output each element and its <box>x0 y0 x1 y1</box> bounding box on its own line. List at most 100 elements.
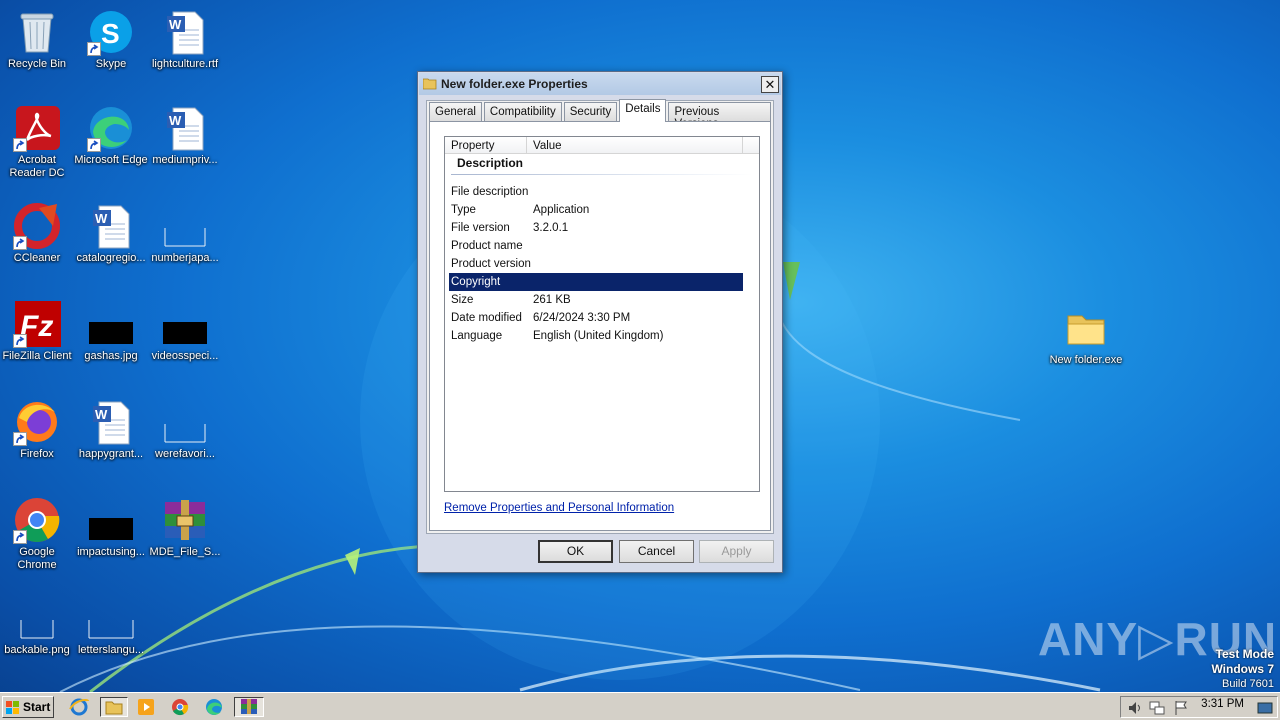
table-row[interactable]: Size 261 KB <box>449 291 743 309</box>
taskbar-ie-button[interactable] <box>68 697 90 717</box>
column-header-value[interactable]: Value <box>527 137 743 153</box>
watermark-line2: Windows 7 <box>1211 662 1274 676</box>
svg-text:W: W <box>169 17 182 32</box>
desktop-icon-catalogregio[interactable]: W catalogregio... <box>74 202 148 265</box>
word-document-icon: W <box>87 202 135 250</box>
taskbar-winrar-button[interactable] <box>234 697 264 717</box>
desktop-icon-videosspeci[interactable]: videosspeci... <box>148 300 222 363</box>
taskbar-chrome-button[interactable] <box>169 697 191 717</box>
folder-icon <box>423 78 437 90</box>
desktop-icon-firefox[interactable]: Firefox <box>0 398 74 461</box>
tab-previous-versions[interactable]: Previous Versions <box>668 102 771 130</box>
desktop-icon-backable[interactable]: backable.png <box>0 594 74 657</box>
desktop-icon-filezilla[interactable]: Fz FileZilla Client <box>0 300 74 363</box>
edge-icon <box>87 104 135 152</box>
action-center-flag-icon[interactable] <box>1173 700 1189 716</box>
svg-text:W: W <box>95 407 108 422</box>
ccleaner-icon <box>13 202 61 250</box>
svg-text:S: S <box>101 18 120 49</box>
desktop-icon-new-folder-exe[interactable]: New folder.exe <box>1049 304 1123 367</box>
remove-properties-link[interactable]: Remove Properties and Personal Informati… <box>444 502 674 514</box>
show-desktop-icon[interactable] <box>1257 700 1273 716</box>
edge-icon <box>206 699 222 715</box>
desktop-icon-mde-file[interactable]: MDE_File_S... <box>148 496 222 559</box>
tab-general[interactable]: General <box>429 102 482 122</box>
property-value <box>531 255 743 273</box>
taskbar-edge-button[interactable] <box>203 697 225 717</box>
desktop-icon-happygrant[interactable]: W happygrant... <box>74 398 148 461</box>
desktop-icon-werefavori[interactable]: werefavori... <box>148 398 222 461</box>
cancel-button[interactable]: Cancel <box>619 540 694 563</box>
volume-icon[interactable] <box>1127 700 1143 716</box>
desktop-icon-chrome[interactable]: Google Chrome <box>0 496 74 572</box>
taskbar-explorer-button[interactable] <box>100 697 128 717</box>
close-button[interactable]: ✕ <box>761 75 779 93</box>
taskbar-clock[interactable]: 3:31 PM <box>1201 698 1244 710</box>
property-name: File description <box>451 186 529 198</box>
apply-button[interactable]: Apply <box>699 540 774 563</box>
desktop-icon-edge[interactable]: Microsoft Edge <box>74 104 148 167</box>
firefox-icon <box>13 398 61 446</box>
desktop-icon-gashas[interactable]: gashas.jpg <box>74 300 148 363</box>
details-panel: Property Value Description File descript… <box>429 121 771 531</box>
taskbar-media-player-button[interactable] <box>135 697 157 717</box>
image-thumbnail-icon <box>87 300 135 348</box>
skype-icon: S <box>87 8 135 56</box>
property-value <box>531 273 743 291</box>
desktop-icon-ccleaner[interactable]: CCleaner <box>0 202 74 265</box>
property-name: Copyright <box>451 276 501 288</box>
tab-compatibility[interactable]: Compatibility <box>483 102 562 122</box>
column-header-property[interactable]: Property <box>445 137 527 153</box>
table-row[interactable]: Product name <box>449 237 743 255</box>
desktop-icon-letterslangu[interactable]: letterslangu... <box>74 594 148 657</box>
group-header-description: Description <box>457 156 524 170</box>
image-file-icon <box>161 398 209 446</box>
table-row[interactable]: Product version <box>449 255 743 273</box>
image-file-icon <box>13 594 61 642</box>
image-file-icon <box>87 594 135 642</box>
property-name: Product version <box>451 258 531 270</box>
shortcut-arrow-icon <box>87 138 101 152</box>
property-value: 261 KB <box>533 294 571 306</box>
network-icon[interactable] <box>1149 700 1165 716</box>
image-file-icon <box>161 202 209 250</box>
word-document-icon: W <box>87 398 135 446</box>
details-listview[interactable]: Property Value Description File descript… <box>444 136 760 492</box>
properties-dialog: New folder.exe Properties ✕ General Comp… <box>417 71 783 573</box>
svg-text:W: W <box>95 211 108 226</box>
folder-icon <box>105 701 123 715</box>
table-row[interactable]: Language English (United Kingdom) <box>449 327 743 345</box>
table-row[interactable]: File description <box>449 183 743 201</box>
shortcut-arrow-icon <box>13 334 27 348</box>
table-row[interactable]: File version 3.2.0.1 <box>449 219 743 237</box>
table-row[interactable]: Type Application <box>449 201 743 219</box>
image-thumbnail-icon <box>87 496 135 544</box>
tab-details[interactable]: Details <box>619 99 667 122</box>
desktop-icon-skype[interactable]: S Skype <box>74 8 148 71</box>
filezilla-icon: Fz <box>13 300 61 348</box>
ok-button[interactable]: OK <box>538 540 613 563</box>
property-name: Product name <box>451 240 523 252</box>
word-document-icon: W <box>161 104 209 152</box>
word-document-icon: W <box>161 8 209 56</box>
property-value: English (United Kingdom) <box>533 330 664 342</box>
desktop-icon-recycle-bin[interactable]: Recycle Bin <box>0 8 74 71</box>
desktop-icon-impactusing[interactable]: impactusing... <box>74 496 148 559</box>
system-tray <box>1120 696 1278 718</box>
desktop-icon-lightculture[interactable]: W lightculture.rtf <box>148 8 222 71</box>
property-value: Application <box>533 204 590 216</box>
table-row[interactable]: Date modified 6/24/2024 3:30 PM <box>449 309 743 327</box>
close-icon: ✕ <box>764 76 776 92</box>
internet-explorer-icon <box>69 698 89 716</box>
listview-header: Property Value <box>445 137 759 154</box>
desktop-icon-acrobat[interactable]: Acrobat Reader DC <box>0 104 74 180</box>
desktop-icon-mediumpriv[interactable]: W mediumpriv... <box>148 104 222 167</box>
dialog-titlebar[interactable]: New folder.exe Properties ✕ <box>419 73 781 95</box>
folder-icon <box>1062 304 1110 352</box>
property-value <box>531 183 743 201</box>
tab-security[interactable]: Security <box>563 102 618 122</box>
watermark-line3: Build 7601 <box>1222 678 1274 690</box>
start-button[interactable]: Start <box>2 696 54 718</box>
desktop-icon-numberjapa[interactable]: numberjapa... <box>148 202 222 265</box>
table-row-selected[interactable]: Copyright <box>449 273 743 291</box>
